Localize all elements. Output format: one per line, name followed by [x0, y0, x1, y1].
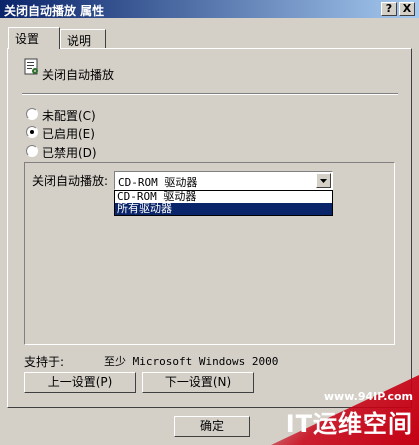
radio-label: 未配置(C): [42, 109, 96, 123]
watermark-url: www.94IP.com: [323, 390, 413, 403]
tab-explain[interactable]: 说明: [60, 29, 106, 48]
dropdown-arrow-button[interactable]: [316, 173, 331, 188]
radio-button[interactable]: [26, 126, 38, 138]
policy-name: 关闭自动播放: [42, 68, 115, 82]
title-bar[interactable]: 关闭自动播放 属性 ? X: [0, 0, 419, 18]
radio-button[interactable]: [26, 108, 38, 120]
dropdown-list[interactable]: CD-ROM 驱动器 所有驱动器: [114, 190, 333, 216]
supported-on-label: 支持于:: [24, 355, 65, 369]
tab-settings[interactable]: 设置: [8, 27, 60, 49]
autoplay-field-label: 关闭自动播放:: [32, 174, 109, 188]
separator: [22, 93, 398, 95]
window-title: 关闭自动播放 属性: [4, 4, 105, 18]
tab-explain-label: 说明: [67, 34, 92, 48]
dropdown-option-all-drives[interactable]: 所有驱动器: [115, 203, 332, 215]
chevron-down-icon: [320, 179, 327, 183]
radio-button[interactable]: [26, 145, 38, 157]
policy-setting-icon: [24, 58, 38, 75]
autoplay-combobox[interactable]: CD-ROM 驱动器: [114, 171, 333, 190]
close-button[interactable]: X: [399, 2, 415, 16]
help-button[interactable]: ?: [381, 2, 397, 16]
supported-on-value: 至少 Microsoft Windows 2000: [104, 355, 279, 368]
tab-settings-label: 设置: [15, 32, 40, 46]
ok-button[interactable]: 确定: [174, 416, 250, 437]
previous-setting-button[interactable]: 上一设置(P): [24, 372, 136, 393]
radio-label: 已禁用(D): [42, 146, 97, 160]
watermark-brand: IT运维空间: [285, 410, 413, 438]
next-setting-button[interactable]: 下一设置(N): [142, 372, 254, 393]
combobox-value: CD-ROM 驱动器: [118, 176, 198, 189]
radio-label: 已启用(E): [42, 127, 95, 141]
radio-selected-dot: [30, 130, 34, 134]
